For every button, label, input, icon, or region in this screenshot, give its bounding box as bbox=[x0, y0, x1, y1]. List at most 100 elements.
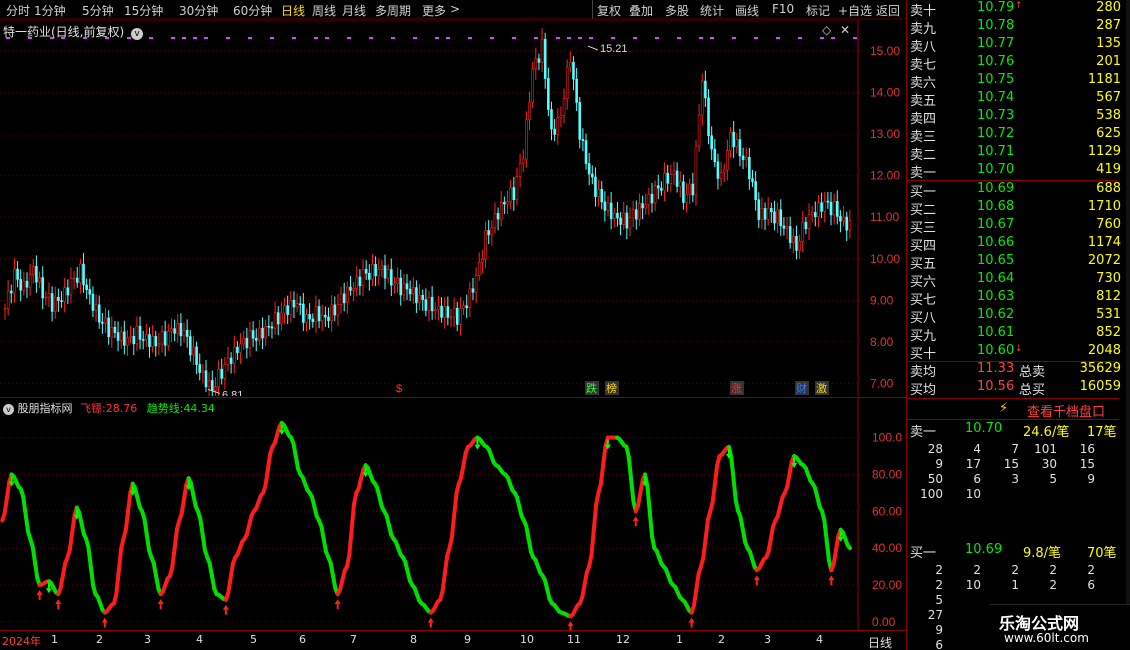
diamond-icon[interactable]: ◇ bbox=[822, 23, 831, 37]
close-icon[interactable]: ✕ bbox=[840, 23, 850, 37]
level-volume: 1129 bbox=[1087, 144, 1121, 159]
level-volume: 567 bbox=[1096, 90, 1121, 105]
candle-body bbox=[399, 277, 403, 296]
sell-level-row[interactable]: 卖四 10.73 538 bbox=[907, 108, 1130, 127]
deep-orderbook-bar[interactable]: ⚡ 查看千档盘口 bbox=[907, 398, 1119, 420]
period-tab-weekly[interactable]: 周线 bbox=[312, 2, 336, 19]
price-chart-panel[interactable]: 15.00 14.00 13.00 12.00 11.00 10.00 9.00 8.00 7.… bbox=[0, 20, 906, 396]
level-label: 买七 bbox=[910, 293, 937, 308]
candle-body bbox=[572, 61, 575, 80]
event-marker: 跌 bbox=[586, 381, 597, 395]
indicator-line-segment bbox=[144, 532, 152, 553]
period-tab-30min[interactable]: 30分钟 bbox=[179, 2, 218, 19]
action-duogu-button[interactable]: 多股 bbox=[665, 2, 689, 19]
y-tick-label: 8.00 bbox=[870, 335, 894, 349]
queue-cell: 1 bbox=[1011, 577, 1019, 592]
action-diejia-button[interactable]: 叠加 bbox=[629, 2, 653, 19]
candle-body bbox=[754, 181, 757, 201]
date-label: 12 bbox=[616, 633, 630, 646]
candle-body bbox=[496, 213, 500, 220]
buy-level-row[interactable]: 买十 10.60 ↓ 2048 bbox=[907, 343, 1130, 362]
buy-level-row[interactable]: 买三 10.67 760 bbox=[907, 217, 1130, 236]
period-tab-fenshi[interactable]: 分时 bbox=[6, 2, 30, 19]
candle-body bbox=[418, 294, 421, 304]
indicator-line-segment bbox=[198, 516, 205, 537]
candle-body bbox=[19, 279, 23, 291]
indicator-line-segment bbox=[626, 454, 634, 482]
buy-level-row[interactable]: 买一 10.69 688 bbox=[907, 181, 1130, 200]
sell-level-row[interactable]: 卖一 10.70 419 bbox=[907, 162, 1130, 181]
candle-body bbox=[826, 200, 830, 203]
buy-level-row[interactable]: 买六 10.64 730 bbox=[907, 271, 1130, 290]
candle-body bbox=[848, 220, 852, 231]
candle-body bbox=[251, 330, 255, 339]
candle-body bbox=[145, 334, 148, 340]
period-tab-multi[interactable]: 多周期 bbox=[375, 2, 411, 19]
candle-body bbox=[330, 304, 333, 321]
candle-body bbox=[644, 204, 648, 209]
sell-level-row[interactable]: 卖九 10.78 287 bbox=[907, 18, 1130, 37]
period-tab-more[interactable]: 更多 bbox=[422, 2, 446, 19]
buy-level-row[interactable]: 买五 10.65 2072 bbox=[907, 253, 1130, 272]
signal-dash bbox=[171, 37, 175, 39]
queue-cell: 100 bbox=[920, 486, 943, 501]
level-volume: 1181 bbox=[1087, 72, 1121, 87]
action-f10-button[interactable]: F10 bbox=[772, 2, 794, 16]
indicator-line-segment bbox=[226, 576, 233, 596]
level-price: 10.63 bbox=[977, 289, 1015, 304]
sell-level-row[interactable]: 卖六 10.75 1181 bbox=[907, 72, 1130, 91]
period-tab-1min[interactable]: 1分钟 bbox=[34, 2, 66, 19]
buy-level-row[interactable]: 买九 10.61 852 bbox=[907, 325, 1130, 344]
sell-level-row[interactable]: 卖三 10.72 625 bbox=[907, 126, 1130, 145]
sell-level-row[interactable]: 卖七 10.76 201 bbox=[907, 54, 1130, 73]
signal-dash bbox=[468, 37, 472, 39]
level-volume: 760 bbox=[1096, 217, 1121, 232]
buy-level-row[interactable]: 买二 10.68 1710 bbox=[907, 199, 1130, 218]
candle-body bbox=[515, 176, 519, 200]
period-tab-daily[interactable]: 日线 bbox=[281, 2, 305, 19]
candle-body bbox=[295, 303, 299, 308]
sell-level-row[interactable]: 卖五 10.74 567 bbox=[907, 90, 1130, 109]
indicator-line-segment bbox=[731, 477, 738, 504]
indicator-chart[interactable]: 100.0 80.00 60.00 40.00 20.00 0.00 bbox=[0, 398, 906, 631]
candle-body bbox=[521, 158, 525, 164]
action-tongji-button[interactable]: 统计 bbox=[700, 2, 724, 19]
action-zixuan-button[interactable]: +自选 bbox=[838, 2, 872, 19]
period-tab-5min[interactable]: 5分钟 bbox=[82, 2, 114, 19]
buy-arrow-icon bbox=[36, 589, 43, 595]
bolt-icon: ⚡ bbox=[999, 401, 1009, 416]
candle-body bbox=[97, 304, 101, 323]
date-label: 1 bbox=[676, 633, 683, 646]
action-fuquan-button[interactable]: 复权 bbox=[597, 2, 621, 19]
action-biaoji-button[interactable]: 标记 bbox=[806, 2, 830, 19]
sell-level-row[interactable]: 卖十 10.79 ↑ 280 bbox=[907, 0, 1130, 19]
period-toolbar: 分时 1分钟 5分钟 15分钟 30分钟 60分钟 日线 周线 月线 多周期 更… bbox=[0, 0, 906, 19]
action-huaxian-button[interactable]: 画线 bbox=[735, 2, 759, 19]
level-label: 卖二 bbox=[910, 148, 937, 163]
buy-level-row[interactable]: 买八 10.62 531 bbox=[907, 307, 1130, 326]
action-back-button[interactable]: 返回 bbox=[876, 2, 900, 19]
period-tab-monthly[interactable]: 月线 bbox=[342, 2, 366, 19]
sell-level-row[interactable]: 卖二 10.71 1129 bbox=[907, 144, 1130, 163]
candlestick-chart[interactable]: 15.00 14.00 13.00 12.00 11.00 10.00 9.00 8.00 7.… bbox=[0, 20, 906, 396]
buy-level-row[interactable]: 买四 10.66 1174 bbox=[907, 235, 1130, 254]
candle-body bbox=[3, 308, 7, 310]
deep-orderbook-button[interactable]: 查看千档盘口 bbox=[1027, 401, 1105, 420]
right-scrollbar[interactable] bbox=[1126, 0, 1130, 650]
indicator-panel[interactable]: 100.0 80.00 60.00 40.00 20.00 0.00 v 股朋指标网 飞镖… bbox=[0, 397, 906, 631]
candle-body bbox=[726, 150, 729, 171]
candle-body bbox=[50, 293, 54, 312]
more-arrow-icon[interactable]: > bbox=[450, 2, 460, 16]
buy-level-row[interactable]: 买七 10.63 812 bbox=[907, 289, 1130, 308]
queue-cell bbox=[945, 622, 983, 637]
period-tab-60min[interactable]: 60分钟 bbox=[233, 2, 272, 19]
sell-level-row[interactable]: 卖八 10.77 135 bbox=[907, 36, 1130, 55]
level-label: 卖七 bbox=[910, 58, 937, 73]
candle-body bbox=[685, 193, 688, 203]
candle-body bbox=[503, 202, 506, 205]
indicator-chevron-icon[interactable]: v bbox=[3, 404, 14, 415]
candle-body bbox=[600, 189, 604, 203]
candle-body bbox=[126, 337, 129, 346]
period-tab-15min[interactable]: 15分钟 bbox=[124, 2, 163, 19]
chevron-down-icon[interactable]: v bbox=[131, 28, 144, 40]
